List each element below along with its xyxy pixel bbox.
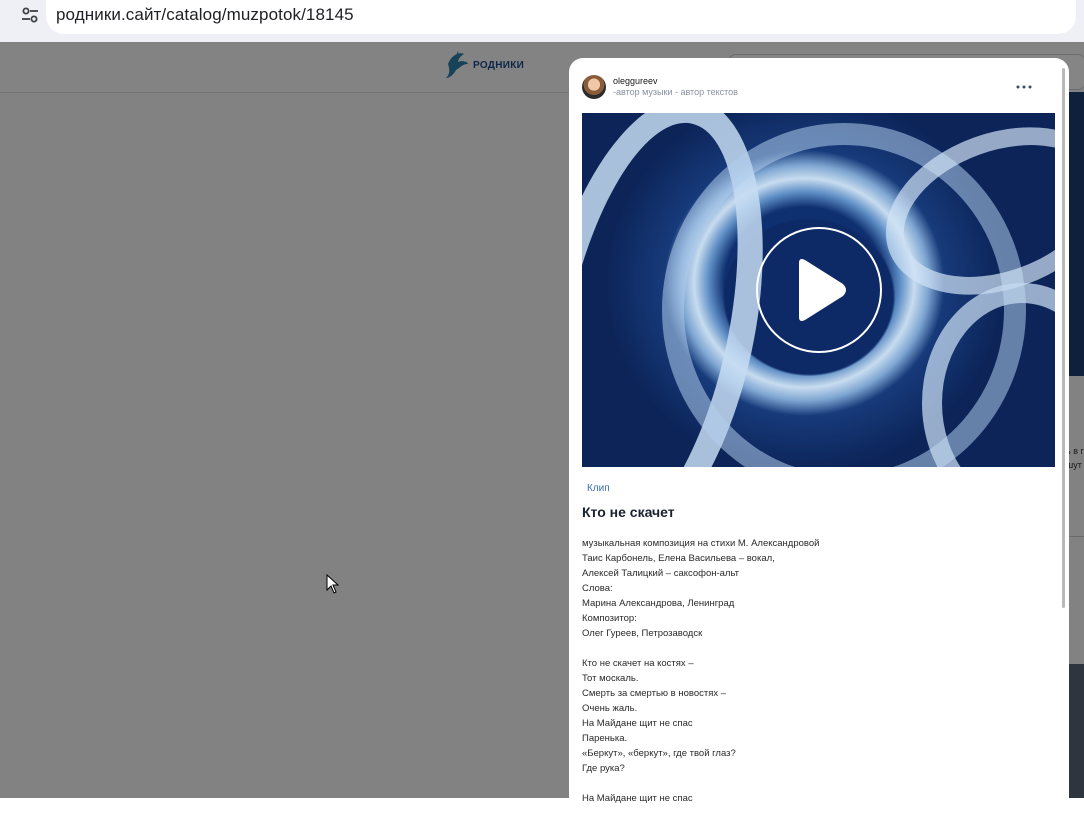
description-line: На Майдане щит не спас: [582, 793, 693, 804]
more-options-button[interactable]: [1013, 78, 1035, 96]
post-modal: oleggureev -автор музыки - автор текстов…: [569, 58, 1069, 818]
tune-icon: [22, 7, 38, 23]
description-line: Где рука?: [582, 763, 625, 774]
site-info-button[interactable]: [12, 0, 48, 30]
description-line: Смерть за смертью в новостях –: [582, 688, 727, 699]
description-line: Слова:: [582, 583, 613, 594]
description-line: Таис Карбонель, Елена Васильева – вокал,: [582, 553, 775, 564]
description-line: [582, 776, 1052, 791]
description-line: Очень жаль.: [582, 703, 638, 714]
video-player[interactable]: [582, 113, 1055, 467]
description-line: Кто не скачет на костях –: [582, 658, 694, 669]
play-button[interactable]: [756, 227, 882, 353]
author-roles: -автор музыки - автор текстов: [613, 87, 738, 97]
description-line: музыкальная композиция на стихи М. Алекс…: [582, 538, 820, 549]
author-name[interactable]: oleggureev: [613, 76, 658, 86]
description-line: Алексей Талицкий – саксофон-альт: [582, 568, 740, 579]
url-text[interactable]: родники.сайт/catalog/muzpotok/18145: [56, 5, 354, 25]
modal-scrollbar[interactable]: [1062, 68, 1065, 608]
author-avatar[interactable]: [582, 75, 606, 99]
description-line: Олег Гуреев, Петрозаводск: [582, 628, 703, 639]
description-line: Тот москаль.: [582, 673, 639, 684]
post-description: музыкальная композиция на стихи М. Алекс…: [582, 536, 1052, 806]
description-line: [582, 641, 1052, 656]
category-tag[interactable]: Клип: [587, 483, 610, 494]
mouse-pointer-icon: [326, 574, 340, 594]
play-icon: [799, 259, 846, 321]
description-line: «Беркут», «беркут», где твой глаз?: [582, 748, 736, 759]
more-horizontal-icon: [1016, 85, 1032, 89]
description-line: На Майдане щит не спас: [582, 718, 693, 729]
description-line: Марина Александрова, Ленинград: [582, 598, 735, 609]
description-line: Композитор:: [582, 613, 637, 624]
post-title: Кто не скачет: [582, 504, 675, 520]
description-line: Паренька.: [582, 733, 628, 744]
